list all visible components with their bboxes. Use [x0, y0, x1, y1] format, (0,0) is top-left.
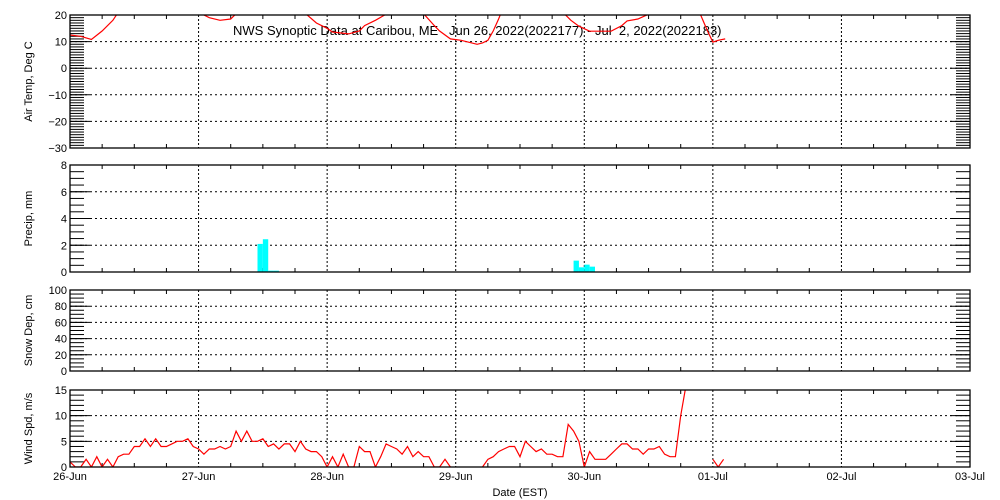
y-tick-label: 6 [61, 187, 67, 199]
y-tick-label: 0 [61, 366, 67, 378]
precip-bar [589, 266, 595, 272]
precip-bar [262, 239, 269, 272]
y-tick-label: 15 [55, 385, 67, 397]
y-tick-label: 2 [61, 240, 67, 252]
y-tick-label: 10 [55, 37, 67, 49]
x-tick-label: 03-Jul [955, 471, 985, 483]
y-tick-label: 60 [55, 317, 67, 329]
x-tick-label: 29-Jun [439, 471, 473, 483]
y-tick-label: 4 [61, 214, 67, 226]
x-tick-label: 27-Jun [182, 471, 216, 483]
y-tick-label: 10 [55, 411, 67, 423]
panel-temp: −30 −20 −10 0 10 20 Air Temp, Deg C [23, 10, 971, 155]
panel-snow: 0 20 40 60 80 100 Snow Dep, cm [23, 285, 971, 378]
x-tick-label: 28-Jun [310, 471, 344, 483]
y-tick-label: 80 [55, 301, 67, 313]
y-axis-label-temp: Air Temp, Deg C [23, 41, 35, 122]
y-tick-label: 5 [61, 436, 67, 448]
y-axis-label-wind: Wind Spd, m/s [23, 392, 35, 464]
x-axis-label: Date (EST) [492, 487, 547, 499]
precip-bar [584, 264, 590, 272]
precip-bar [257, 243, 263, 272]
y-tick-label: 8 [61, 160, 67, 172]
x-tick-label: 01-Jul [698, 471, 728, 483]
wind-line [712, 458, 725, 467]
y-tick-label: 0 [61, 267, 67, 279]
y-tick-label: 20 [55, 10, 67, 22]
x-tick-label: 26-Jun [53, 471, 87, 483]
panel-precip: 0 2 4 6 8 Precip, mm [23, 160, 971, 279]
y-axis-label-snow: Snow Dep, cm [23, 295, 35, 367]
panel-wind: 051015Wind Spd, m/s [23, 385, 971, 474]
y-tick-label: 20 [55, 350, 67, 362]
nws-synoptic-chart: NWS Synoptic Data at Caribou, ME Jun 26,… [23, 10, 985, 499]
y-tick-label: 40 [55, 334, 67, 346]
precip-bar [573, 260, 579, 272]
y-tick-label: 0 [61, 63, 67, 75]
y-tick-label: 100 [49, 285, 67, 297]
y-axis-label-precip: Precip, mm [23, 191, 35, 247]
wind-line [70, 429, 451, 467]
panel-frame [69, 289, 971, 372]
series-precip [257, 239, 595, 272]
y-tick-label: −30 [48, 143, 67, 155]
chart-title: NWS Synoptic Data at Caribou, ME Jun 26,… [233, 23, 722, 38]
series-wind [70, 390, 725, 467]
y-tick-label: −10 [48, 90, 67, 102]
precip-bar [578, 267, 585, 272]
x-tick-label: 02-Jul [826, 471, 856, 483]
y-tick-label: −20 [48, 116, 67, 128]
x-tick-label: 30-Jun [567, 471, 601, 483]
